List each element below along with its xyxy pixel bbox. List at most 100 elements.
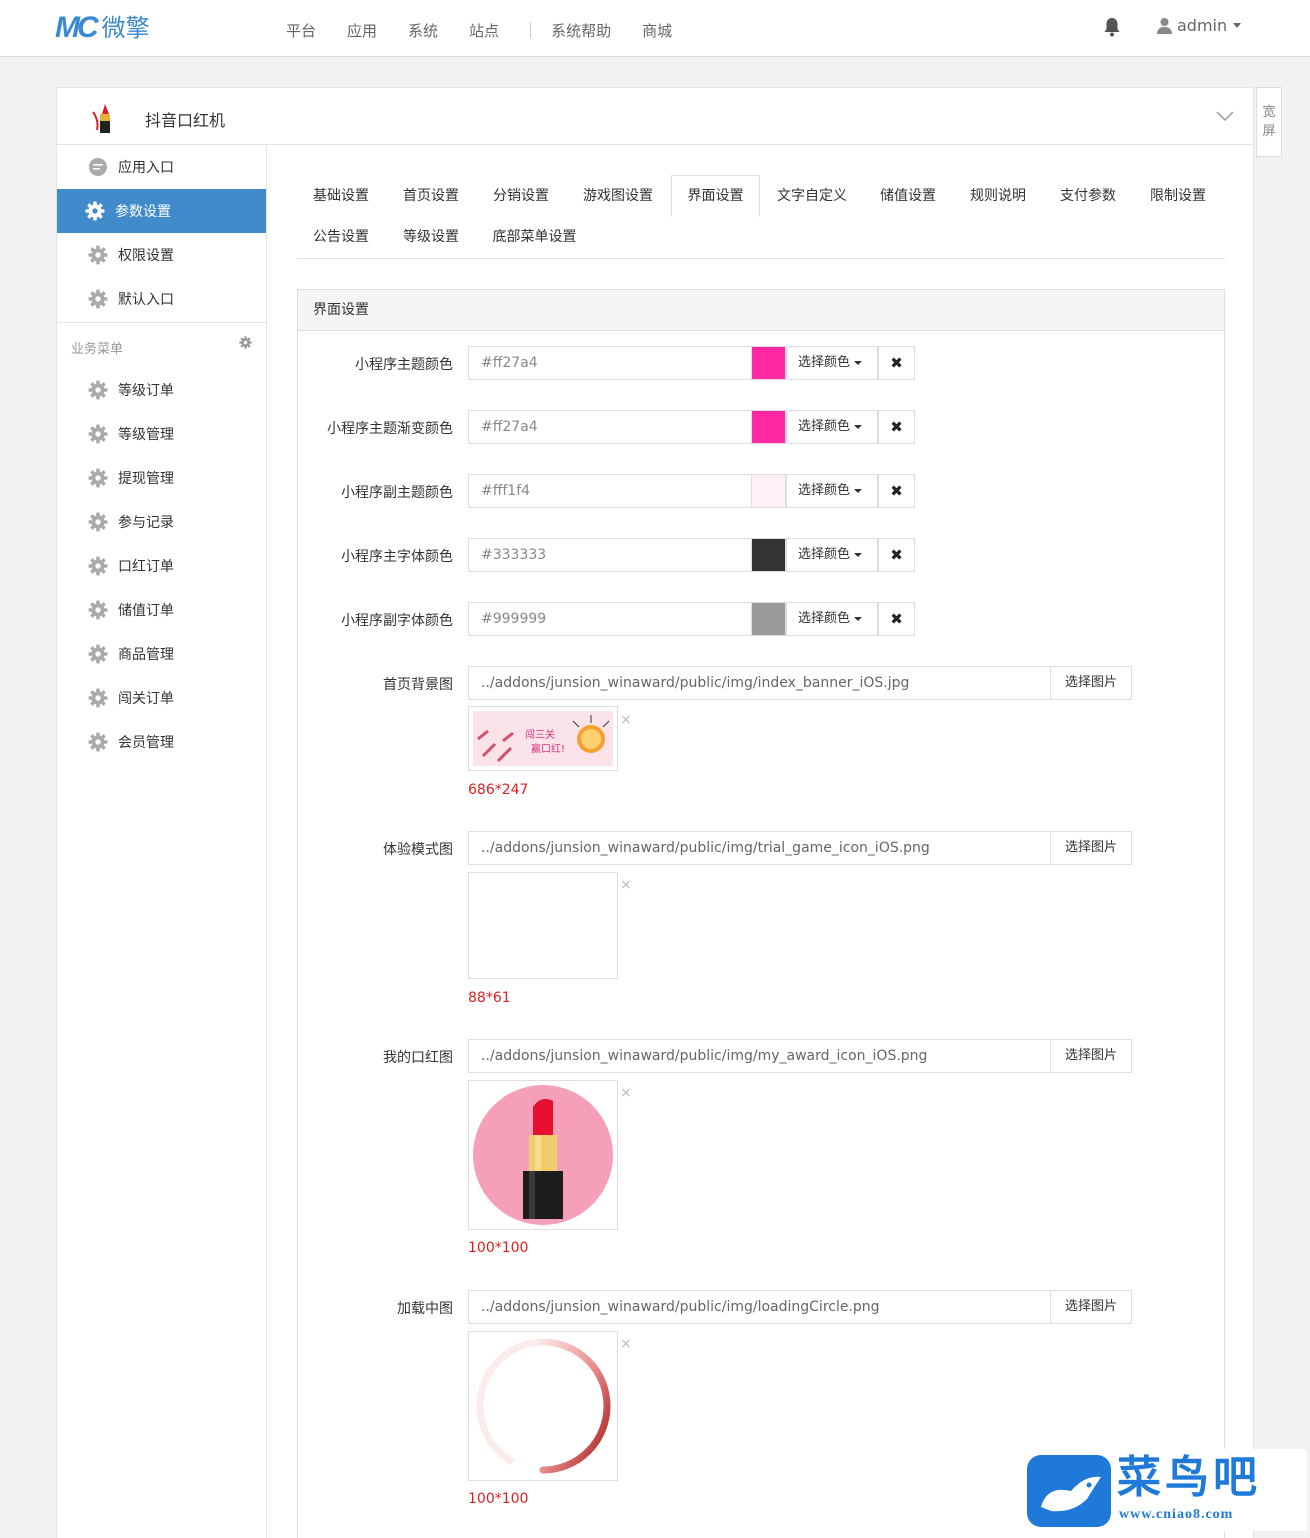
sidebar-item-business[interactable]: 商品管理 bbox=[57, 632, 266, 676]
sidebar-item-business[interactable]: 等级订单 bbox=[57, 368, 266, 412]
sidebar-item-business[interactable]: 提现管理 bbox=[57, 456, 266, 500]
clear-color-button[interactable]: ✖ bbox=[878, 410, 915, 444]
settings-gear-icon[interactable] bbox=[239, 336, 252, 349]
image-thumbnail: 闯三关 赢口红! bbox=[468, 706, 618, 771]
user-menu[interactable]: admin bbox=[1157, 16, 1242, 35]
remove-image-icon[interactable]: × bbox=[620, 877, 632, 893]
sidebar-item-business[interactable]: 等级管理 bbox=[57, 412, 266, 456]
image-path-input[interactable]: ../addons/junsion_winaward/public/img/in… bbox=[468, 666, 1051, 700]
gear-icon bbox=[88, 424, 108, 444]
clear-color-button[interactable]: ✖ bbox=[878, 602, 915, 636]
clear-color-button[interactable]: ✖ bbox=[878, 346, 915, 380]
image-path-input[interactable]: ../addons/junsion_winaward/public/img/lo… bbox=[468, 1290, 1051, 1324]
choose-color-button[interactable]: 选择颜色 bbox=[786, 602, 878, 636]
color-swatch bbox=[751, 346, 786, 380]
sidebar-item-params[interactable]: 参数设置 bbox=[57, 189, 266, 233]
sidebar-item-business[interactable]: 储值订单 bbox=[57, 588, 266, 632]
sidebar-item-label: 储值订单 bbox=[118, 603, 174, 619]
gear-icon bbox=[88, 688, 108, 708]
nav-item-apps[interactable]: 应用 bbox=[347, 20, 377, 41]
image-size-hint: 100*100 bbox=[468, 1240, 529, 1256]
main-panel: 抖音口红机 应用入口 参数设置 权限设置 默认入口 业务菜单 等级订单 等级管理提… bbox=[56, 87, 1254, 1538]
gear-icon bbox=[88, 732, 108, 752]
tab-basic[interactable]: 基础设置 bbox=[297, 176, 385, 216]
remove-image-icon[interactable]: × bbox=[620, 1085, 632, 1101]
brand-logo[interactable]: MC 微擎 bbox=[55, 12, 150, 44]
tab-home[interactable]: 首页设置 bbox=[387, 176, 475, 216]
tab-distribution[interactable]: 分销设置 bbox=[477, 176, 565, 216]
field-label: 加载中图 bbox=[397, 1301, 453, 1317]
sidebar-item-label: 等级订单 bbox=[118, 383, 174, 399]
lipstick-preview-image bbox=[473, 1085, 613, 1225]
user-name: admin bbox=[1177, 16, 1228, 35]
sidebar-item-business[interactable]: 会员管理 bbox=[57, 720, 266, 764]
caret-down-icon bbox=[1233, 23, 1242, 28]
field-label: 小程序副字体颜色 bbox=[341, 613, 453, 629]
choose-color-button[interactable]: 选择颜色 bbox=[786, 410, 878, 444]
nav-item-platform[interactable]: 平台 bbox=[286, 20, 316, 41]
tab-game-image[interactable]: 游戏图设置 bbox=[567, 176, 669, 216]
color-input[interactable]: #fff1f4 bbox=[468, 474, 751, 508]
tab-payment[interactable]: 支付参数 bbox=[1044, 176, 1132, 216]
sidebar-item-business[interactable]: 闯关订单 bbox=[57, 676, 266, 720]
sidebar-item-business[interactable]: 参与记录 bbox=[57, 500, 266, 544]
choose-color-button[interactable]: 选择颜色 bbox=[786, 538, 878, 572]
tab-bottom-menu[interactable]: 底部菜单设置 bbox=[477, 217, 592, 257]
nav-item-system[interactable]: 系统 bbox=[408, 20, 438, 41]
tab-rules[interactable]: 规则说明 bbox=[954, 176, 1042, 216]
app-title: 抖音口红机 bbox=[145, 111, 226, 130]
image-size-hint: 88*61 bbox=[468, 990, 511, 1006]
image-path-input[interactable]: ../addons/junsion_winaward/public/img/my… bbox=[468, 1039, 1051, 1073]
choose-color-label: 选择颜色 bbox=[798, 483, 851, 498]
tab-level[interactable]: 等级设置 bbox=[387, 217, 475, 257]
field-label: 我的口红图 bbox=[383, 1050, 453, 1066]
clear-color-button[interactable]: ✖ bbox=[878, 538, 915, 572]
field-label: 小程序主题颜色 bbox=[355, 357, 453, 373]
tab-limits[interactable]: 限制设置 bbox=[1134, 176, 1222, 216]
sidebar-item-permissions[interactable]: 权限设置 bbox=[57, 233, 266, 277]
field-label: 体验模式图 bbox=[383, 842, 453, 858]
tab-interface[interactable]: 界面设置 bbox=[671, 175, 760, 217]
tab-notice[interactable]: 公告设置 bbox=[297, 217, 385, 257]
select-image-button[interactable]: 选择图片 bbox=[1050, 1290, 1132, 1324]
tab-custom-text[interactable]: 文字自定义 bbox=[762, 176, 862, 216]
clear-color-button[interactable]: ✖ bbox=[878, 474, 915, 508]
sidebar-item-label: 默认入口 bbox=[118, 292, 174, 308]
image-path-input[interactable]: ../addons/junsion_winaward/public/img/tr… bbox=[468, 831, 1051, 865]
select-image-button[interactable]: 选择图片 bbox=[1050, 666, 1132, 700]
remove-image-icon[interactable]: × bbox=[620, 712, 632, 728]
bell-icon[interactable] bbox=[1103, 17, 1121, 37]
sidebar-item-default-entry[interactable]: 默认入口 bbox=[57, 277, 266, 321]
choose-color-button[interactable]: 选择颜色 bbox=[786, 474, 878, 508]
color-swatch bbox=[751, 410, 786, 444]
tab-recharge[interactable]: 储值设置 bbox=[864, 176, 952, 216]
field-label: 小程序主题渐变颜色 bbox=[327, 421, 453, 437]
lipstick-logo-icon bbox=[92, 104, 110, 133]
color-input[interactable]: #333333 bbox=[468, 538, 751, 572]
choose-color-button[interactable]: 选择颜色 bbox=[786, 346, 878, 380]
color-input[interactable]: #999999 bbox=[468, 602, 751, 636]
nav-item-help[interactable]: 系统帮助 bbox=[551, 20, 611, 41]
bird-logo-icon bbox=[1027, 1455, 1111, 1527]
choose-color-label: 选择颜色 bbox=[798, 355, 851, 370]
remove-image-icon[interactable]: × bbox=[620, 1336, 632, 1352]
nav-item-site[interactable]: 站点 bbox=[469, 20, 499, 41]
select-image-button[interactable]: 选择图片 bbox=[1050, 1039, 1132, 1073]
sidebar-item-business[interactable]: 口红订单 bbox=[57, 544, 266, 588]
gear-icon bbox=[88, 644, 108, 664]
color-input[interactable]: #ff27a4 bbox=[468, 410, 751, 444]
nav-item-mall[interactable]: 商城 bbox=[642, 20, 672, 41]
wide-screen-toggle[interactable]: 宽屏 bbox=[1256, 87, 1282, 157]
banner-preview-image: 闯三关 赢口红! bbox=[473, 711, 613, 766]
sidebar-item-label: 商品管理 bbox=[118, 647, 174, 663]
color-swatch bbox=[751, 474, 786, 508]
color-swatch bbox=[751, 602, 786, 636]
chevron-down-icon[interactable] bbox=[1215, 106, 1235, 126]
select-image-button[interactable]: 选择图片 bbox=[1050, 831, 1132, 865]
caret-down-icon bbox=[854, 488, 863, 493]
caret-down-icon bbox=[854, 552, 863, 557]
sidebar-item-app-entry[interactable]: 应用入口 bbox=[57, 145, 266, 189]
watermark: 菜鸟吧 www.cniao8.com bbox=[1025, 1449, 1307, 1531]
main-nav: 平台 应用 系统 站点 系统帮助 商城 bbox=[286, 20, 703, 41]
color-input[interactable]: #ff27a4 bbox=[468, 346, 751, 380]
